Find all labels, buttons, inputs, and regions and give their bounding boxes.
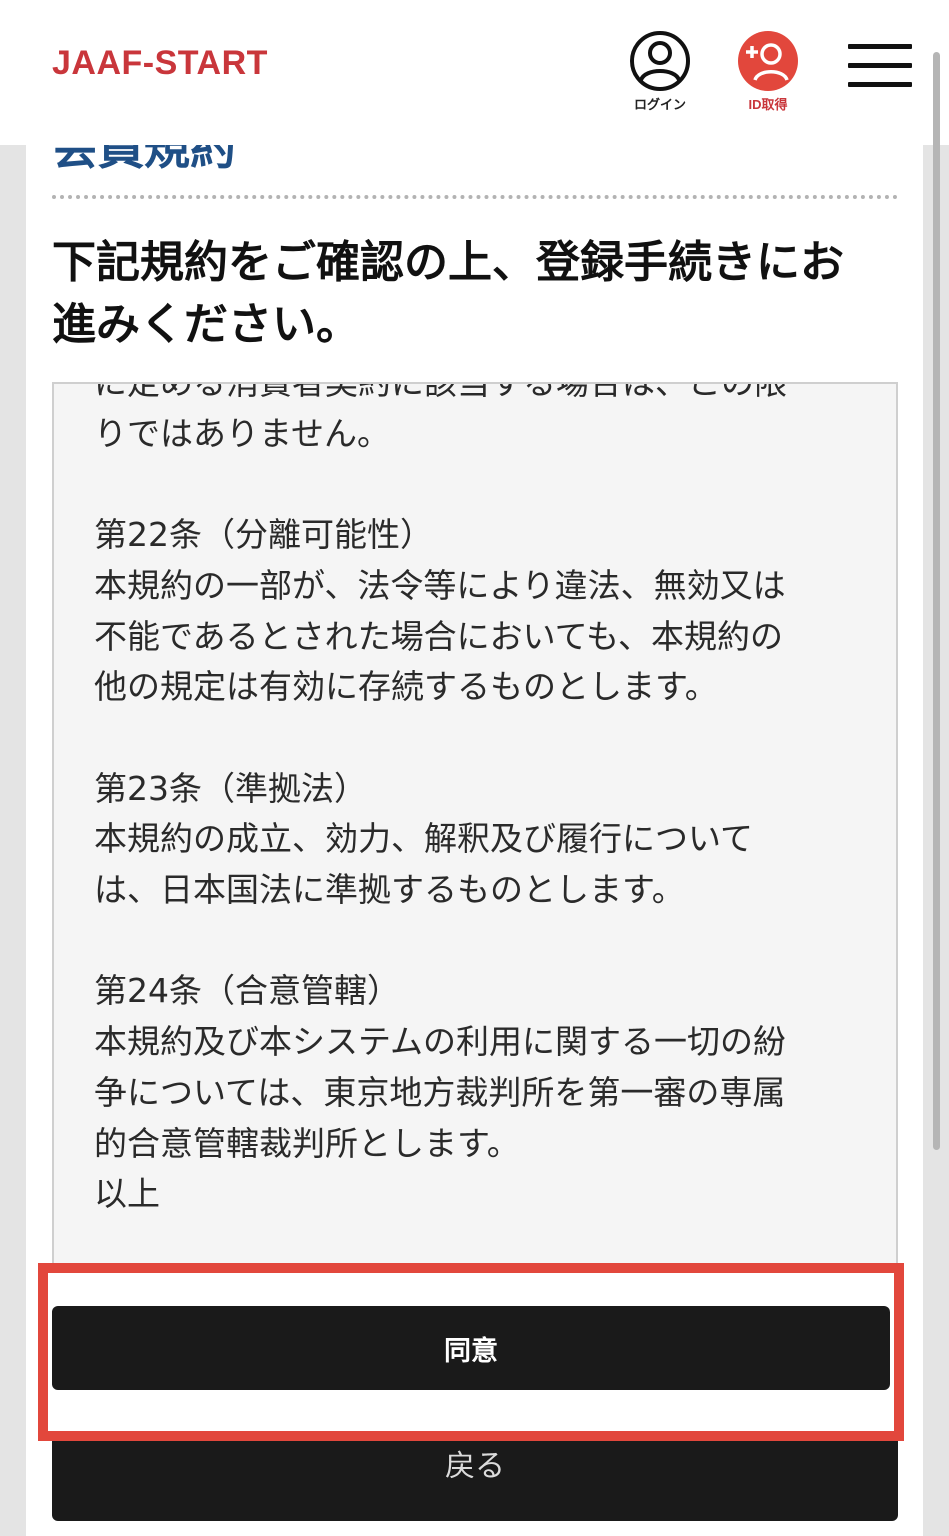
terms-blank-line: [94, 916, 854, 967]
terms-line: りではありません。: [94, 413, 391, 453]
hamburger-menu-icon[interactable]: [848, 44, 912, 88]
site-logo[interactable]: JAAF-START: [52, 44, 268, 83]
dotted-divider: [52, 195, 898, 199]
login-button[interactable]: ログイン: [620, 30, 700, 113]
page-scrollbar[interactable]: [933, 52, 940, 1150]
instruction-heading: 下記規約をご確認の上、登録手続きにお 進みください。: [52, 232, 912, 356]
terms-line: 本規約の一部が、法令等により違法、無効又は: [94, 565, 786, 605]
terms-line: は、日本国法に準拠するものとします。: [94, 870, 685, 909]
terms-line: 争については、東京地方裁判所を第一審の専属: [94, 1072, 786, 1112]
terms-line: 本規約の成立、効力、解釈及び履行について: [94, 819, 754, 859]
terms-scroll-box[interactable]: に定める消費者契約に該当する場合は、この限りではありません。第22条（分離可能性…: [52, 382, 898, 1282]
site-header: JAAF-START ログイン ID取得: [0, 0, 949, 145]
terms-text: に定める消費者契約に該当する場合は、この限りではありません。第22条（分離可能性…: [94, 382, 854, 1220]
id-register-button[interactable]: ID取得: [728, 30, 808, 113]
id-register-label: ID取得: [748, 97, 788, 112]
terms-blank-line: [94, 459, 854, 510]
user-circle-icon: [630, 31, 690, 91]
terms-line: 以上: [94, 1174, 160, 1214]
instruction-line-1: 下記規約をご確認の上、登録手続きにお: [52, 237, 844, 288]
add-user-icon: [738, 31, 798, 91]
login-label: ログイン: [633, 97, 686, 112]
instruction-line-2: 進みください。: [52, 299, 360, 350]
terms-line: 第24条（合意管轄）: [94, 971, 400, 1011]
terms-line: 第22条（分離可能性）: [94, 515, 433, 555]
terms-line: 的合意管轄裁判所とします。: [94, 1123, 520, 1163]
terms-line: 第23条（準拠法）: [94, 768, 367, 808]
terms-line: 他の規定は有効に存続するものとします。: [94, 667, 718, 707]
terms-line: 不能であるとされた場合においても、本規約の: [94, 616, 784, 656]
agree-button[interactable]: 同意: [52, 1306, 890, 1390]
terms-blank-line: [94, 713, 854, 764]
terms-line: に定める消費者契約に該当する場合は、この限: [94, 382, 787, 402]
terms-line: 本規約及び本システムの利用に関する一切の紛: [94, 1022, 787, 1062]
